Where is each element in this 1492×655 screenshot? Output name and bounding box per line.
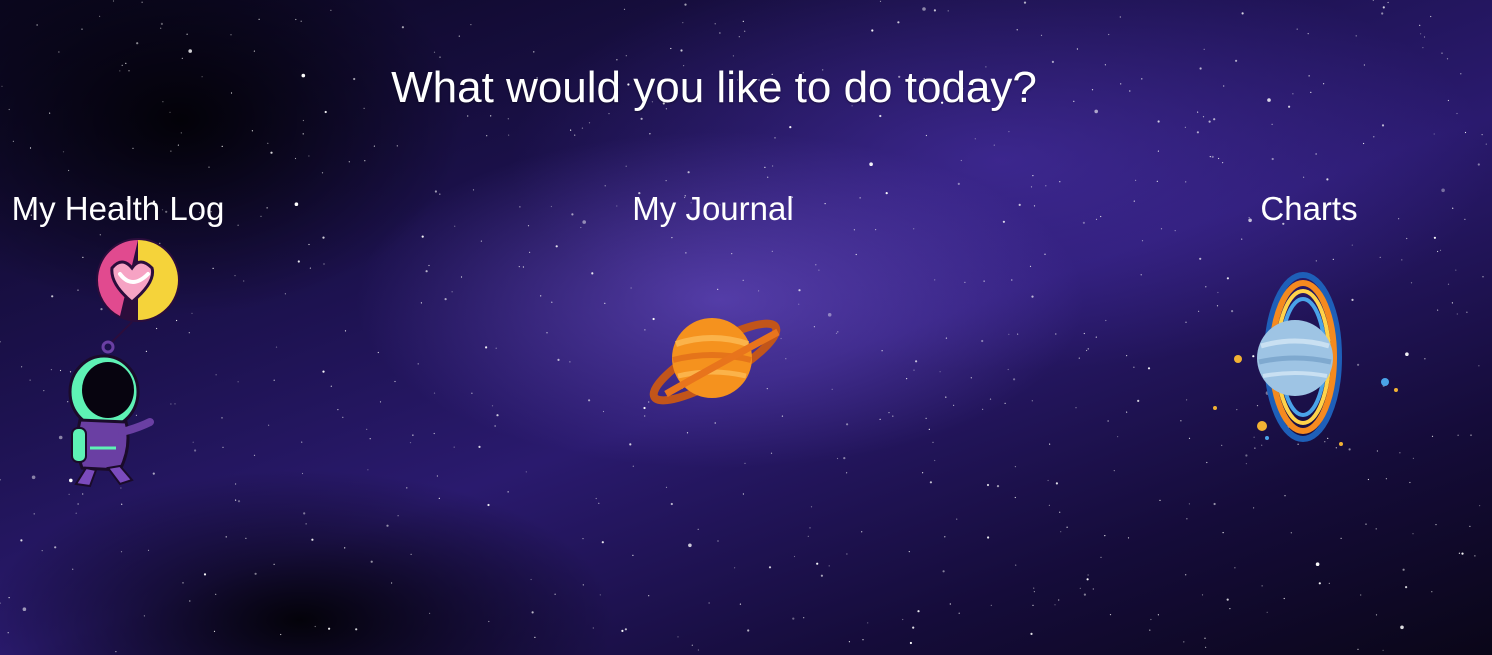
health-log-label[interactable]: My Health Log bbox=[0, 188, 236, 230]
astronaut-heart-balloon-icon[interactable] bbox=[60, 232, 200, 492]
saturn-planet-icon[interactable] bbox=[640, 310, 790, 410]
page-heading: What would you like to do today? bbox=[391, 63, 1037, 112]
charts-label[interactable]: Charts bbox=[1200, 188, 1418, 230]
journal-label[interactable]: My Journal bbox=[560, 188, 866, 230]
ringed-planet-icon[interactable] bbox=[1205, 262, 1410, 457]
option-charts[interactable]: Charts bbox=[1200, 188, 1418, 230]
option-health-log[interactable]: My Health Log bbox=[0, 188, 236, 230]
option-my-journal[interactable]: My Journal bbox=[560, 188, 866, 230]
